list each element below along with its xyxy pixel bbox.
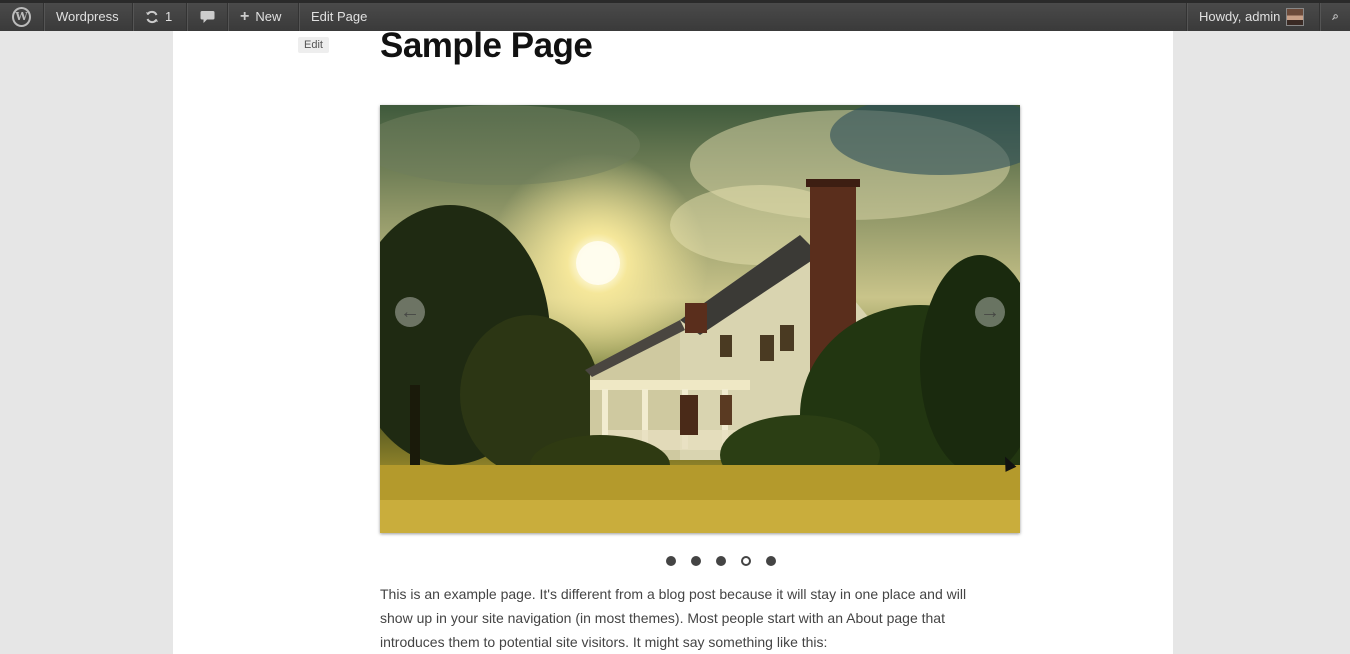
new-label: New — [255, 9, 282, 24]
site-name-label: Wordpress — [56, 9, 119, 24]
comments-menu[interactable] — [187, 3, 228, 31]
arrow-right-icon: → — [980, 300, 1000, 323]
slider-dot-1[interactable] — [666, 556, 676, 566]
page-content: Edit Sample Page ← → This is an example … — [173, 26, 1173, 654]
updates-count: 1 — [165, 9, 173, 24]
updates-menu[interactable]: 1 — [133, 3, 187, 31]
updates-icon — [146, 10, 158, 24]
plus-icon: + — [240, 8, 250, 25]
my-account-menu[interactable]: Howdy, admin — [1186, 3, 1319, 31]
slider-prev-button[interactable]: ← — [395, 297, 425, 327]
page-title: Sample Page — [380, 26, 593, 65]
page-body: This is an example page. It's different … — [380, 582, 980, 654]
howdy-label: Howdy, admin — [1199, 9, 1281, 24]
search-menu[interactable] — [1319, 3, 1350, 31]
slider-dot-3[interactable] — [716, 556, 726, 566]
edit-page-label: Edit Page — [311, 9, 368, 24]
admin-bar: W Wordpress 1 + New Edit Page Howdy, adm… — [0, 0, 1350, 31]
body-paragraph: This is an example page. It's different … — [380, 586, 967, 650]
edit-post-link[interactable]: Edit — [298, 37, 329, 53]
comment-bubble-icon — [200, 11, 214, 23]
slider-pagination — [666, 556, 776, 566]
wordpress-logo-icon: W — [12, 7, 31, 27]
arrow-left-icon: ← — [400, 300, 420, 323]
slider-dot-5[interactable] — [766, 556, 776, 566]
image-slider[interactable]: ← → — [380, 105, 1020, 533]
new-content-menu[interactable]: + New — [228, 3, 299, 31]
slider-dot-4-active[interactable] — [741, 556, 751, 566]
wordpress-logo-menu[interactable]: W — [0, 3, 44, 31]
slider-next-button[interactable]: → — [975, 297, 1005, 327]
slide-image — [380, 105, 1020, 533]
edit-page-link[interactable]: Edit Page — [299, 3, 384, 31]
search-icon — [1332, 14, 1338, 20]
slider-dot-2[interactable] — [691, 556, 701, 566]
avatar — [1286, 8, 1305, 26]
site-name-menu[interactable]: Wordpress — [44, 3, 133, 31]
